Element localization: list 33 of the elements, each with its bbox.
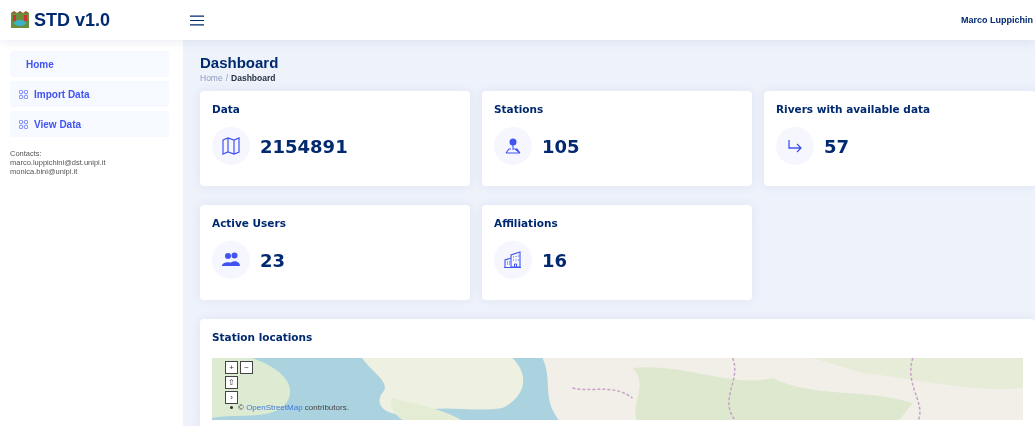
card-title: Stations <box>494 103 545 115</box>
nav-item[interactable]: View Data <box>10 111 169 137</box>
card-title: Affiliations <box>494 217 559 229</box>
map-attribution: © OpenStreetMap contributors. <box>238 403 349 412</box>
stat-value: 2154891 <box>260 135 348 157</box>
menu-button[interactable] <box>188 12 206 28</box>
card-title: Rivers with available data <box>776 103 932 115</box>
nav-item[interactable]: Home <box>10 51 169 77</box>
logo-icon <box>10 11 30 29</box>
map-control-button[interactable]: + <box>225 361 238 374</box>
nav-item[interactable]: Import Data <box>10 81 169 107</box>
pin-icon <box>503 136 523 156</box>
card-title: Station locations <box>212 331 314 343</box>
building-icon <box>503 250 523 270</box>
user-name[interactable]: Marco Luppichin <box>961 15 1035 25</box>
grid-icon <box>19 89 28 99</box>
grid-icon <box>19 119 28 129</box>
map-control-button[interactable]: › <box>225 391 238 404</box>
stat-value: 57 <box>824 135 850 157</box>
map-control-button[interactable]: − <box>240 361 253 374</box>
bullet-icon <box>230 406 233 409</box>
breadcrumb-separator: / <box>225 73 229 83</box>
menu-icon <box>190 14 204 26</box>
card-title: Data <box>212 103 241 115</box>
card-title: Active Users <box>212 217 287 229</box>
map-icon <box>221 136 241 156</box>
app-title: STD v1.0 <box>34 9 111 31</box>
stat-value: 23 <box>260 249 286 271</box>
map-control-button[interactable]: ⇧ <box>225 376 238 389</box>
page-title: Dashboard <box>200 54 280 71</box>
breadcrumb-current: Dashboard <box>231 73 276 83</box>
stat-value: 16 <box>542 249 568 271</box>
stat-value: 105 <box>542 135 580 157</box>
